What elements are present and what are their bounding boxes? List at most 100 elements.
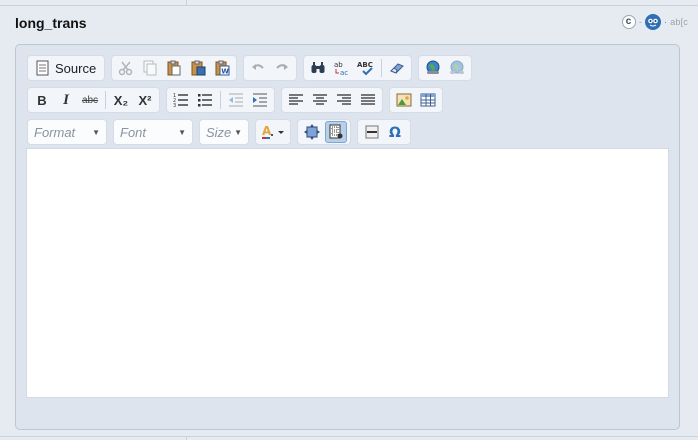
cut-button[interactable]	[115, 57, 137, 79]
toolbar-row-1: Source W ab ac ABC	[27, 54, 478, 82]
svg-text:ac: ac	[340, 69, 348, 76]
paste-icon	[166, 60, 182, 76]
spellcheck-icon: ABC	[357, 60, 375, 76]
paste-word-icon: W	[214, 60, 230, 76]
find-button[interactable]	[307, 57, 329, 79]
replace-button[interactable]: ab ac	[331, 57, 353, 79]
paste-word-button[interactable]: W	[211, 57, 233, 79]
c-icon[interactable]: c	[621, 15, 636, 29]
text-color-icon: A	[261, 124, 285, 140]
align-right-icon	[336, 92, 352, 108]
chevron-down-icon: ▼	[92, 127, 100, 137]
source-button[interactable]: Source	[31, 57, 101, 79]
redo-button[interactable]	[271, 57, 293, 79]
remove-format-button[interactable]	[386, 57, 408, 79]
font-dropdown[interactable]: Font ▼	[113, 119, 193, 145]
history-group	[243, 55, 298, 81]
size-dropdown[interactable]: Size ▼	[199, 119, 249, 145]
ordered-list-button[interactable]: 123	[170, 89, 192, 111]
color-group: A	[255, 119, 291, 145]
table-button[interactable]	[417, 89, 439, 111]
chevron-down-icon: ▼	[178, 127, 186, 137]
subscript-button[interactable]: X₂	[110, 89, 132, 111]
replace-icon: ab ac	[333, 60, 351, 76]
svg-text:A: A	[262, 124, 272, 138]
outdent-icon	[228, 92, 244, 108]
subscript-label: X₂	[113, 92, 129, 108]
strikethrough-button[interactable]: abc	[79, 89, 101, 111]
horizontal-rule-icon	[364, 124, 380, 140]
align-right-button[interactable]	[333, 89, 355, 111]
link-button[interactable]	[422, 57, 444, 79]
omega-icon: Ω	[388, 124, 404, 140]
link-group	[418, 55, 473, 81]
indent-icon	[252, 92, 268, 108]
document-icon	[36, 60, 49, 76]
source-label: Source	[55, 60, 97, 76]
editor-toolbar: Source W ab ac ABC B I abc X₂ X² 1 2 3 F…	[27, 52, 670, 147]
maximize-icon	[304, 124, 320, 140]
ordered-list-icon: 123	[173, 92, 189, 108]
copy-button[interactable]	[139, 57, 161, 79]
abc-label[interactable]: ab[c	[670, 17, 688, 27]
chevron-down-icon: ▼	[234, 127, 242, 137]
field-actions: c · · ab[c	[621, 14, 689, 30]
spellcheck-button[interactable]: ABC	[355, 57, 377, 79]
align-center-icon	[312, 92, 328, 108]
insert-group	[389, 87, 443, 113]
column-divider	[186, 0, 187, 6]
paste-text-button[interactable]	[187, 57, 209, 79]
justify-icon	[360, 92, 376, 108]
bullet-list-icon	[197, 92, 213, 108]
editor-status-bar	[26, 398, 669, 422]
previous-field-border	[0, 0, 698, 6]
field-title: long_trans	[15, 15, 87, 31]
clipboard-group: W	[111, 55, 238, 81]
format-dropdown[interactable]: Format ▼	[27, 119, 107, 145]
paste-button[interactable]	[163, 57, 185, 79]
svg-text:W: W	[221, 68, 229, 76]
show-blocks-icon	[328, 124, 344, 140]
bullet-list-button[interactable]	[194, 89, 216, 111]
editing-group: ab ac ABC	[303, 55, 413, 81]
superscript-label: X²	[138, 92, 152, 108]
align-left-button[interactable]	[285, 89, 307, 111]
image-button[interactable]	[393, 89, 415, 111]
editor-content-area[interactable]	[26, 148, 669, 398]
special-char-button[interactable]: Ω	[385, 121, 407, 143]
rich-text-editor: Source W ab ac ABC B I abc X₂ X² 1 2 3 F…	[15, 44, 680, 430]
tools-group	[297, 119, 351, 145]
scissors-icon	[118, 60, 134, 76]
eraser-icon	[389, 60, 405, 76]
undo-icon	[250, 60, 266, 76]
svg-text:3: 3	[173, 103, 176, 108]
outdent-button[interactable]	[225, 89, 247, 111]
svg-text:ab: ab	[334, 61, 343, 69]
align-center-button[interactable]	[309, 89, 331, 111]
toolbar-row-2: B I abc X₂ X² 123	[27, 86, 449, 114]
table-icon	[420, 92, 436, 108]
unlink-button[interactable]	[446, 57, 468, 79]
superscript-button[interactable]: X²	[134, 89, 156, 111]
undo-button[interactable]	[247, 57, 269, 79]
justify-button[interactable]	[357, 89, 379, 111]
italic-label: I	[63, 91, 69, 108]
bold-label: B	[37, 92, 47, 108]
basic-styles-group: B I abc X₂ X²	[27, 87, 160, 113]
indent-button[interactable]	[249, 89, 271, 111]
align-left-icon	[288, 92, 304, 108]
text-color-button[interactable]: A	[259, 121, 287, 143]
font-label: Font	[120, 124, 147, 140]
bold-button[interactable]: B	[31, 89, 53, 111]
horizontal-rule-button[interactable]	[361, 121, 383, 143]
svg-text:Ω: Ω	[389, 125, 401, 140]
unlink-globe-icon	[448, 60, 466, 76]
strike-label: abc	[81, 94, 99, 106]
format-label: Format	[34, 124, 76, 140]
show-blocks-button[interactable]	[325, 121, 347, 143]
maximize-button[interactable]	[301, 121, 323, 143]
italic-button[interactable]: I	[55, 89, 77, 111]
svg-text:ABC: ABC	[357, 61, 373, 69]
toolbar-separator	[105, 91, 106, 109]
translate-icon[interactable]	[644, 14, 661, 30]
